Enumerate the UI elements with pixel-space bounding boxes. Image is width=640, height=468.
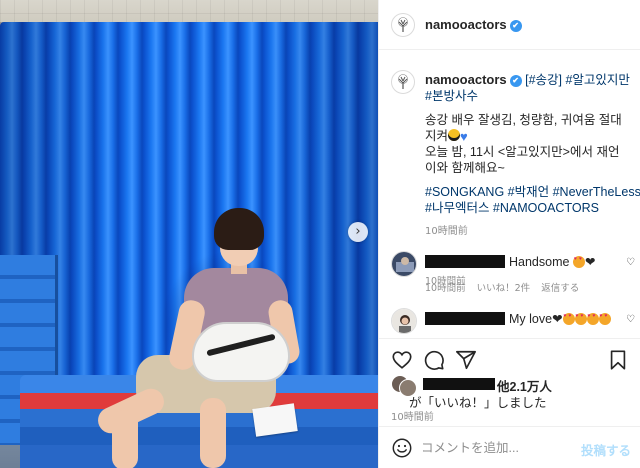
sunglasses-emoji-icon: [448, 129, 461, 141]
comment-like-heart-icon[interactable]: ♡: [626, 314, 635, 325]
header-username[interactable]: namooactors ✔: [425, 17, 522, 32]
caption-timestamp: 10時間前: [425, 226, 468, 237]
avatar-image: [392, 252, 416, 276]
likes-summary: 他2.1万人 が「いいね！」しました: [391, 375, 635, 410]
caption-line: 지켜: [425, 129, 449, 143]
comment-item: My love❤ ♡: [391, 308, 635, 336]
post-header: namooactors ✔: [379, 0, 640, 50]
caption-avatar[interactable]: [391, 70, 415, 94]
caption-username[interactable]: namooactors: [425, 72, 507, 87]
person-leg-right-lower: [200, 398, 226, 468]
comment-timestamp: 10時間前: [425, 283, 466, 294]
post-actions: [379, 338, 640, 378]
heart-eyes-emoji-icon: [572, 256, 585, 268]
post-side-panel: namooactors ✔ namooactors ✔ [#송강] #알고있지만 #…: [378, 0, 640, 468]
caption-line: 이와 함께해요~: [425, 161, 505, 175]
tennis-racket-bag: [192, 322, 290, 382]
tree-logo-icon: [398, 17, 408, 32]
blue-heart-emoji-icon: ♥: [460, 129, 468, 144]
redacted-username: [423, 378, 495, 390]
avatar[interactable]: [391, 13, 415, 37]
tree-logo-icon: [398, 74, 408, 89]
caption-line: 송강 배우 잘생김, 청량함, 귀여움 절대: [425, 113, 622, 127]
comment-like-heart-icon[interactable]: ♡: [626, 257, 635, 268]
caption-hashtag-line[interactable]: #본방사수: [425, 88, 635, 104]
caption-hashtag-line[interactable]: #SONGKANG #박재언 #NeverTheLess: [425, 184, 640, 200]
heart-icon[interactable]: [391, 349, 413, 371]
heart-eyes-emoji-icon: [598, 313, 611, 325]
verified-badge-icon: ✔: [509, 74, 522, 87]
person-hair: [214, 208, 264, 250]
commenter-avatar[interactable]: [391, 251, 417, 277]
comment-item: Handsome ❤ 10時間前 ♡: [391, 251, 635, 287]
heart-eyes-emoji-icon: [574, 313, 587, 325]
comment-input[interactable]: [421, 437, 581, 459]
comment-icon[interactable]: [423, 349, 445, 371]
bookmark-icon[interactable]: [607, 349, 629, 371]
caption-hashtags[interactable]: [#송강] #알고있지만: [522, 73, 630, 87]
redacted-username: [425, 312, 505, 325]
reply-button[interactable]: 返信する: [541, 283, 579, 294]
comment-meta-row: 10時間前 いいね！2件 返信する: [391, 280, 635, 294]
comment-likes-count[interactable]: いいね！2件: [477, 283, 531, 294]
heart-eyes-emoji-icon: [562, 313, 575, 325]
comment-text: My love❤: [509, 311, 611, 326]
person-leg-right: [112, 410, 138, 468]
verified-badge-icon: ✔: [509, 19, 522, 32]
comment-text: Handsome ❤: [509, 254, 595, 269]
chevron-right-icon[interactable]: ›: [348, 222, 368, 242]
commenter-avatar[interactable]: [391, 308, 417, 334]
avatar-image: [392, 309, 416, 333]
smiley-icon[interactable]: [391, 437, 413, 459]
heart-eyes-emoji-icon: [586, 313, 599, 325]
redacted-username: [425, 255, 505, 268]
post-timestamp[interactable]: 10時間前: [391, 408, 434, 423]
caption-line: 오늘 밤, 11시 <알고있지만>에서 재언: [425, 145, 620, 159]
paper-sheet: [252, 403, 298, 437]
paper-plane-icon[interactable]: [455, 349, 477, 371]
post-photo[interactable]: ›: [0, 0, 378, 468]
add-comment-bar: 投稿する: [379, 426, 640, 468]
caption-hashtag-line[interactable]: #나무엑터스 #NAMOOACTORS: [425, 200, 635, 216]
comment-meta: 10時間前 いいね！2件 返信する: [425, 280, 587, 294]
caption-text: namooactors ✔ [#송강] #알고있지만 #본방사수 송강 배우 잘생…: [425, 72, 640, 216]
post-comment-button[interactable]: 投稿する: [581, 440, 631, 459]
